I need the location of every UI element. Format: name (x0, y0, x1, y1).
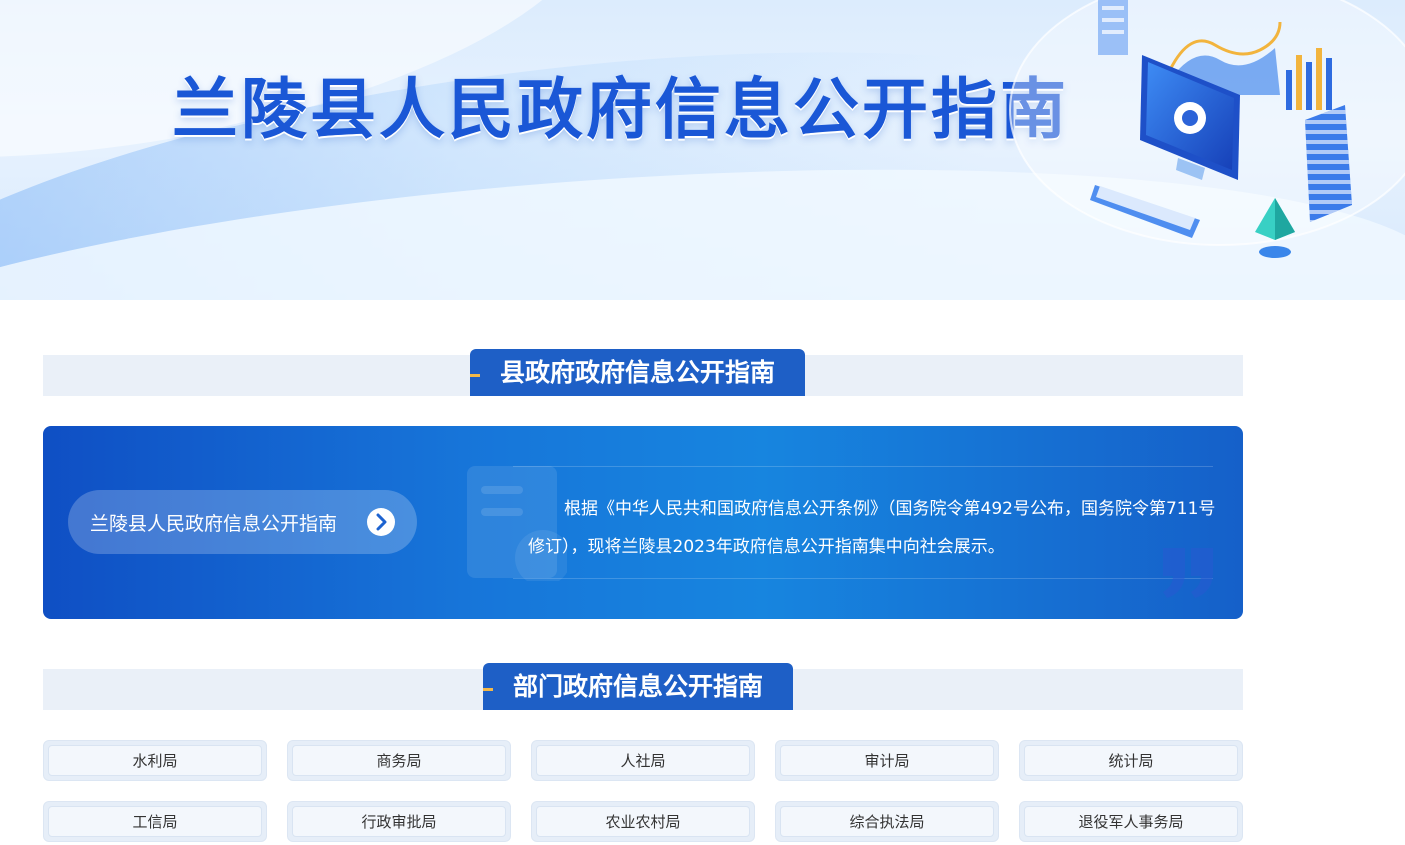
banner-illustration (1009, 0, 1405, 258)
dept-label: 水利局 (48, 745, 262, 776)
dept-section-heading: 部门政府信息公开指南 (513, 672, 764, 701)
dept-label: 工信局 (48, 806, 262, 837)
dept-button-audit[interactable]: 审计局 (775, 740, 999, 781)
header-banner: 兰陵县人民政府信息公开指南 (0, 0, 1405, 300)
dept-button-admin-approval[interactable]: 行政审批局 (287, 801, 511, 842)
dept-button-commerce[interactable]: 商务局 (287, 740, 511, 781)
dept-section-header: 部门政府信息公开指南 (43, 663, 1243, 710)
dept-label: 商务局 (292, 745, 506, 776)
dept-label: 农业农村局 (536, 806, 750, 837)
county-guide-link-button[interactable]: 兰陵县人民政府信息公开指南 (68, 490, 417, 554)
county-section-header: 县政府政府信息公开指南 (43, 349, 1243, 396)
dept-label: 人社局 (536, 745, 750, 776)
chevron-right-icon (367, 508, 395, 536)
county-guide-description: 根据《中华人民共和国政府信息公开条例》（国务院令第492号公布，国务院令第711… (528, 499, 1216, 557)
tab-accent-dash (483, 688, 493, 691)
dept-label: 综合执法局 (780, 806, 994, 837)
panel-divider (513, 578, 1213, 579)
dept-button-hr-social[interactable]: 人社局 (531, 740, 755, 781)
dept-button-water[interactable]: 水利局 (43, 740, 267, 781)
page-title: 兰陵县人民政府信息公开指南 (172, 71, 1069, 148)
county-guide-panel: 兰陵县人民政府信息公开指南 根据《中华人民共和国政府信息公开条例》（国务院令第4… (43, 426, 1243, 619)
dept-button-statistics[interactable]: 统计局 (1019, 740, 1243, 781)
dept-button-industry-it[interactable]: 工信局 (43, 801, 267, 842)
county-section-tab: 县政府政府信息公开指南 (470, 349, 806, 396)
quote-icon (1163, 548, 1213, 598)
dept-label: 退役军人事务局 (1024, 806, 1238, 837)
dept-label: 统计局 (1024, 745, 1238, 776)
county-guide-link-label: 兰陵县人民政府信息公开指南 (90, 512, 338, 535)
dept-button-veterans[interactable]: 退役军人事务局 (1019, 801, 1243, 842)
dept-section-tab: 部门政府信息公开指南 (483, 663, 794, 710)
department-grid: 水利局 商务局 人社局 审计局 统计局 工信局 行政审批局 农业农村局 综合执法… (43, 740, 1243, 842)
panel-divider (513, 466, 1213, 467)
dept-button-agriculture[interactable]: 农业农村局 (531, 801, 755, 842)
tab-accent-dash (470, 374, 480, 377)
dept-label: 审计局 (780, 745, 994, 776)
dept-button-law-enforcement[interactable]: 综合执法局 (775, 801, 999, 842)
dept-label: 行政审批局 (292, 806, 506, 837)
county-section-heading: 县政府政府信息公开指南 (500, 358, 776, 387)
